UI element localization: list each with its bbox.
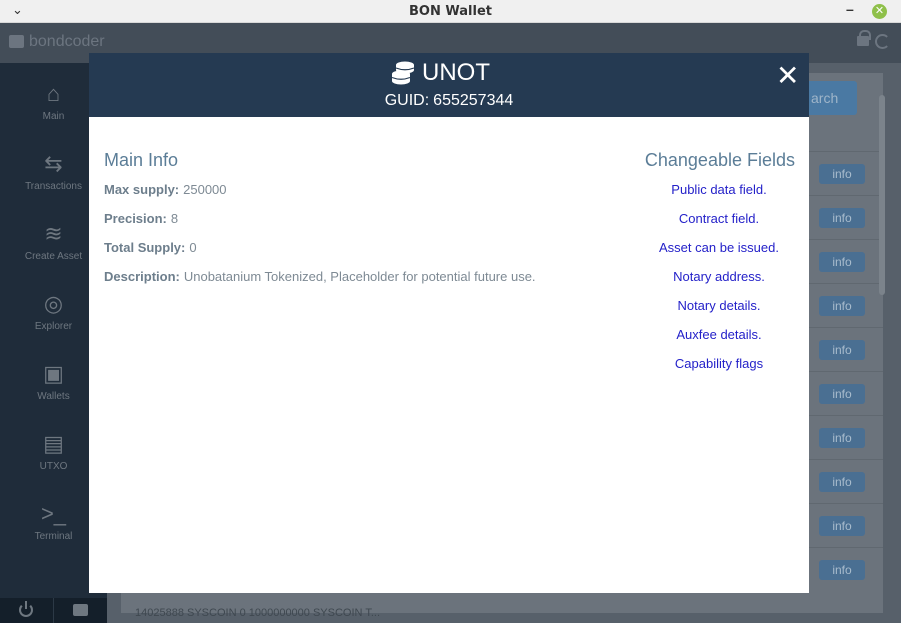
description-value: Unobatanium Tokenized, Placeholder for p… (183, 269, 536, 284)
changeable-field-public-data: Public data field. (671, 182, 767, 197)
minimize-button[interactable]: – (846, 1, 860, 17)
changeable-fields-title: Changeable Fields (644, 150, 795, 170)
compass-icon: ◎ (43, 291, 64, 316)
main-info-title: Main Info (104, 150, 179, 170)
description-line: Description: Unobatanium Tokenized, Place… (104, 269, 536, 284)
max-supply-label: Max supply: (104, 182, 180, 197)
total-supply-value: 0 (189, 240, 197, 255)
divider (53, 598, 54, 623)
total-supply-label: Total Supply: (104, 240, 186, 255)
changeable-field-notary-address: Notary address. (673, 269, 765, 284)
precision-label: Precision: (104, 211, 167, 226)
changeable-field-contract: Contract field. (678, 211, 760, 226)
info-button[interactable]: info (819, 472, 865, 492)
asset-guid: GUID: 655257344 (89, 92, 809, 110)
info-button[interactable]: info (819, 164, 865, 184)
money-bill-icon: ▤ (43, 431, 64, 456)
power-icon[interactable] (19, 601, 33, 617)
info-button[interactable]: info (819, 340, 865, 360)
changeable-field-capability-flags: Capability flags (674, 356, 764, 371)
info-button[interactable]: info (819, 296, 865, 316)
info-button[interactable]: info (819, 384, 865, 404)
total-supply-line: Total Supply: 0 (104, 240, 197, 255)
changeable-fields-section: Changeable Fields Public data field. Con… (629, 150, 795, 371)
table-row-text: 14025888 SYSCOIN 0 1000000000 SYSCOIN T.… (135, 607, 381, 619)
info-button[interactable]: info (819, 208, 865, 228)
guid-label: GUID: (384, 92, 430, 109)
window-close-button[interactable]: ✕ (872, 4, 887, 19)
terminal-icon: >_ (40, 501, 67, 526)
main-info-section: Main Info Max supply: 250000 Precision: 8 … (104, 150, 604, 284)
description-label: Description: (104, 269, 180, 284)
modal-header: UNOT GUID: 655257344 ✕ (89, 53, 809, 117)
precision-value: 8 (170, 211, 179, 226)
scrollbar[interactable] (879, 95, 885, 295)
modal-close-icon[interactable]: ✕ (776, 59, 799, 92)
wallet-icon[interactable] (73, 604, 88, 616)
lock-icon[interactable] (857, 30, 871, 46)
search-button[interactable]: arch (805, 81, 857, 115)
info-button[interactable]: info (819, 516, 865, 536)
max-supply-value: 250000 (183, 182, 227, 197)
coins-icon: ≋ (44, 221, 63, 246)
precision-line: Precision: 8 (104, 211, 178, 226)
guid-value: 655257344 (433, 92, 514, 109)
wallet-icon: ▣ (43, 361, 64, 386)
max-supply-line: Max supply: 250000 (104, 182, 227, 197)
changeable-field-notary-details: Notary details. (677, 298, 761, 313)
coins-icon (391, 61, 415, 85)
username: bondcoder (29, 33, 105, 50)
info-button[interactable]: info (819, 252, 865, 272)
asset-symbol: UNOT (422, 59, 490, 86)
changeable-field-auxfee-details: Auxfee details. (676, 327, 762, 342)
info-button[interactable]: info (819, 428, 865, 448)
signpost-icon: ⇆ (44, 151, 63, 176)
refresh-icon[interactable] (875, 34, 890, 49)
window-titlebar: ⌄ BON Wallet – ✕ (0, 0, 901, 23)
changeable-field-issue: Asset can be issued. (659, 240, 779, 255)
info-button[interactable]: info (819, 560, 865, 580)
wallet-icon (9, 35, 24, 48)
home-icon: ⌂ (46, 81, 61, 106)
window-title: BON Wallet (409, 4, 492, 19)
asset-details-modal: UNOT GUID: 655257344 ✕ Main Info Max supp… (89, 53, 809, 593)
sidebar-footer (0, 598, 107, 623)
